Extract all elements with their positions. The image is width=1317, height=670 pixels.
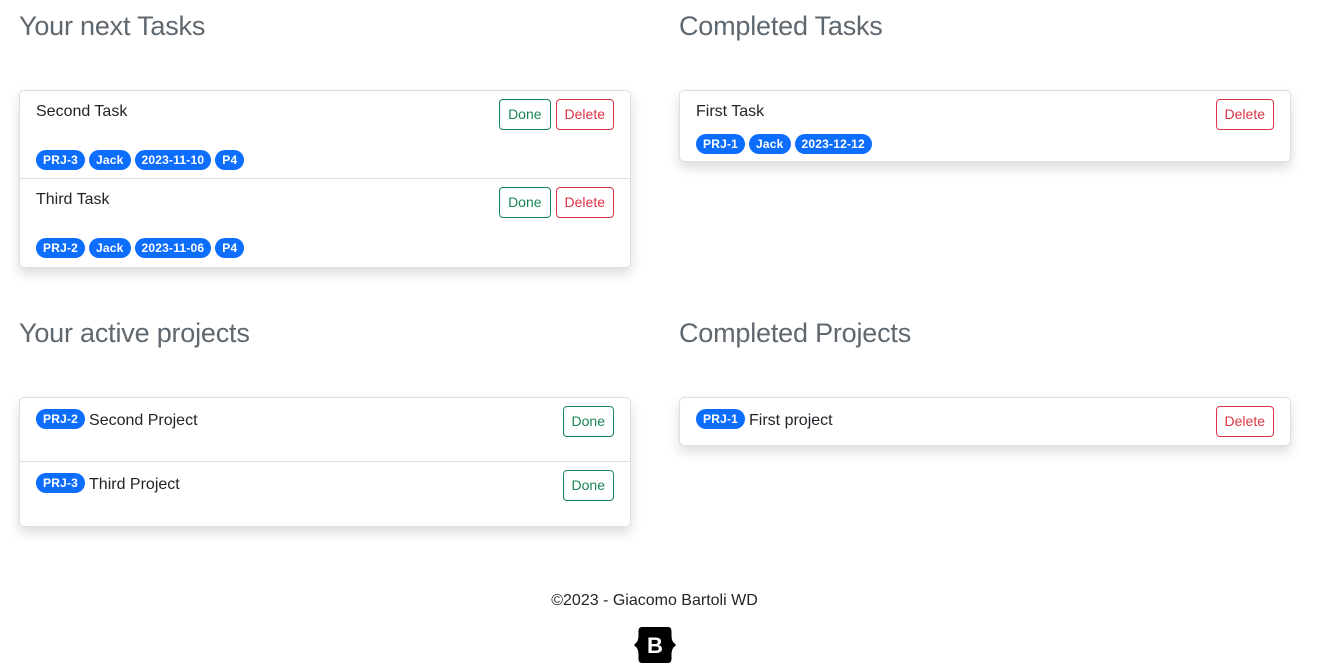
project-item: PRJ-1 First project Delete <box>680 398 1290 445</box>
task-item: First Task Delete PRJ-1 Jack 2023-12-12 <box>680 91 1290 161</box>
completed-tasks-section: Completed Tasks First Task Delete PRJ-1 … <box>679 10 1291 162</box>
completed-projects-heading: Completed Projects <box>679 318 912 348</box>
project-badge: PRJ-3 <box>36 150 86 170</box>
due-date-badge: 2023-12-12 <box>794 134 872 154</box>
project-title: Third Project <box>89 476 180 493</box>
next-tasks-section: Your next Tasks Second Task Done Delete … <box>19 10 631 268</box>
delete-button[interactable]: Delete <box>1215 406 1274 437</box>
task-item: Third Task Done Delete PRJ-2 Jack 2023-1… <box>20 179 630 267</box>
done-button[interactable]: Done <box>562 470 614 501</box>
project-badge: PRJ-3 <box>36 473 86 493</box>
project-badge: PRJ-2 <box>36 238 86 258</box>
completed-projects-list: PRJ-1 First project Delete <box>679 397 1291 446</box>
assignee-badge: Jack <box>89 238 131 258</box>
due-date-badge: 2023-11-10 <box>134 150 212 170</box>
bootstrap-logo-icon[interactable]: B <box>634 626 676 664</box>
task-title: First Task <box>696 103 765 120</box>
completed-tasks-list: First Task Delete PRJ-1 Jack 2023-12-12 <box>679 90 1291 162</box>
project-badge: PRJ-1 <box>696 409 746 429</box>
task-item: Second Task Done Delete PRJ-3 Jack 2023-… <box>20 91 630 179</box>
project-item: PRJ-3 Third Project Done <box>20 462 630 526</box>
done-button[interactable]: Done <box>499 99 551 130</box>
project-badge: PRJ-1 <box>696 134 746 154</box>
delete-button[interactable]: Delete <box>555 187 614 218</box>
project-item: PRJ-2 Second Project Done <box>20 398 630 462</box>
completed-projects-section: Completed Projects PRJ-1 First project De… <box>679 317 1291 446</box>
next-tasks-heading: Your next Tasks <box>19 11 206 41</box>
completed-tasks-heading: Completed Tasks <box>679 11 883 41</box>
assignee-badge: Jack <box>89 150 131 170</box>
done-button[interactable]: Done <box>499 187 551 218</box>
priority-badge: P4 <box>215 150 245 170</box>
next-tasks-list: Second Task Done Delete PRJ-3 Jack 2023-… <box>19 90 631 268</box>
done-button[interactable]: Done <box>562 406 614 437</box>
task-title: Second Task <box>36 103 128 120</box>
project-title: First project <box>749 412 833 429</box>
priority-badge: P4 <box>215 238 245 258</box>
task-title: Third Task <box>36 191 110 208</box>
active-projects-list: PRJ-2 Second Project Done PRJ-3 Third Proj… <box>19 397 631 527</box>
logo-letter: B <box>647 633 663 658</box>
due-date-badge: 2023-11-06 <box>134 238 212 258</box>
footer-copyright: ©2023 - Giacomo Bartoli WD <box>551 592 758 609</box>
project-badge: PRJ-2 <box>36 409 86 429</box>
active-projects-section: Your active projects PRJ-2 Second Project… <box>19 317 631 527</box>
assignee-badge: Jack <box>749 134 791 154</box>
project-title: Second Project <box>89 412 198 429</box>
delete-button[interactable]: Delete <box>1215 99 1274 130</box>
delete-button[interactable]: Delete <box>555 99 614 130</box>
active-projects-heading: Your active projects <box>19 318 250 348</box>
